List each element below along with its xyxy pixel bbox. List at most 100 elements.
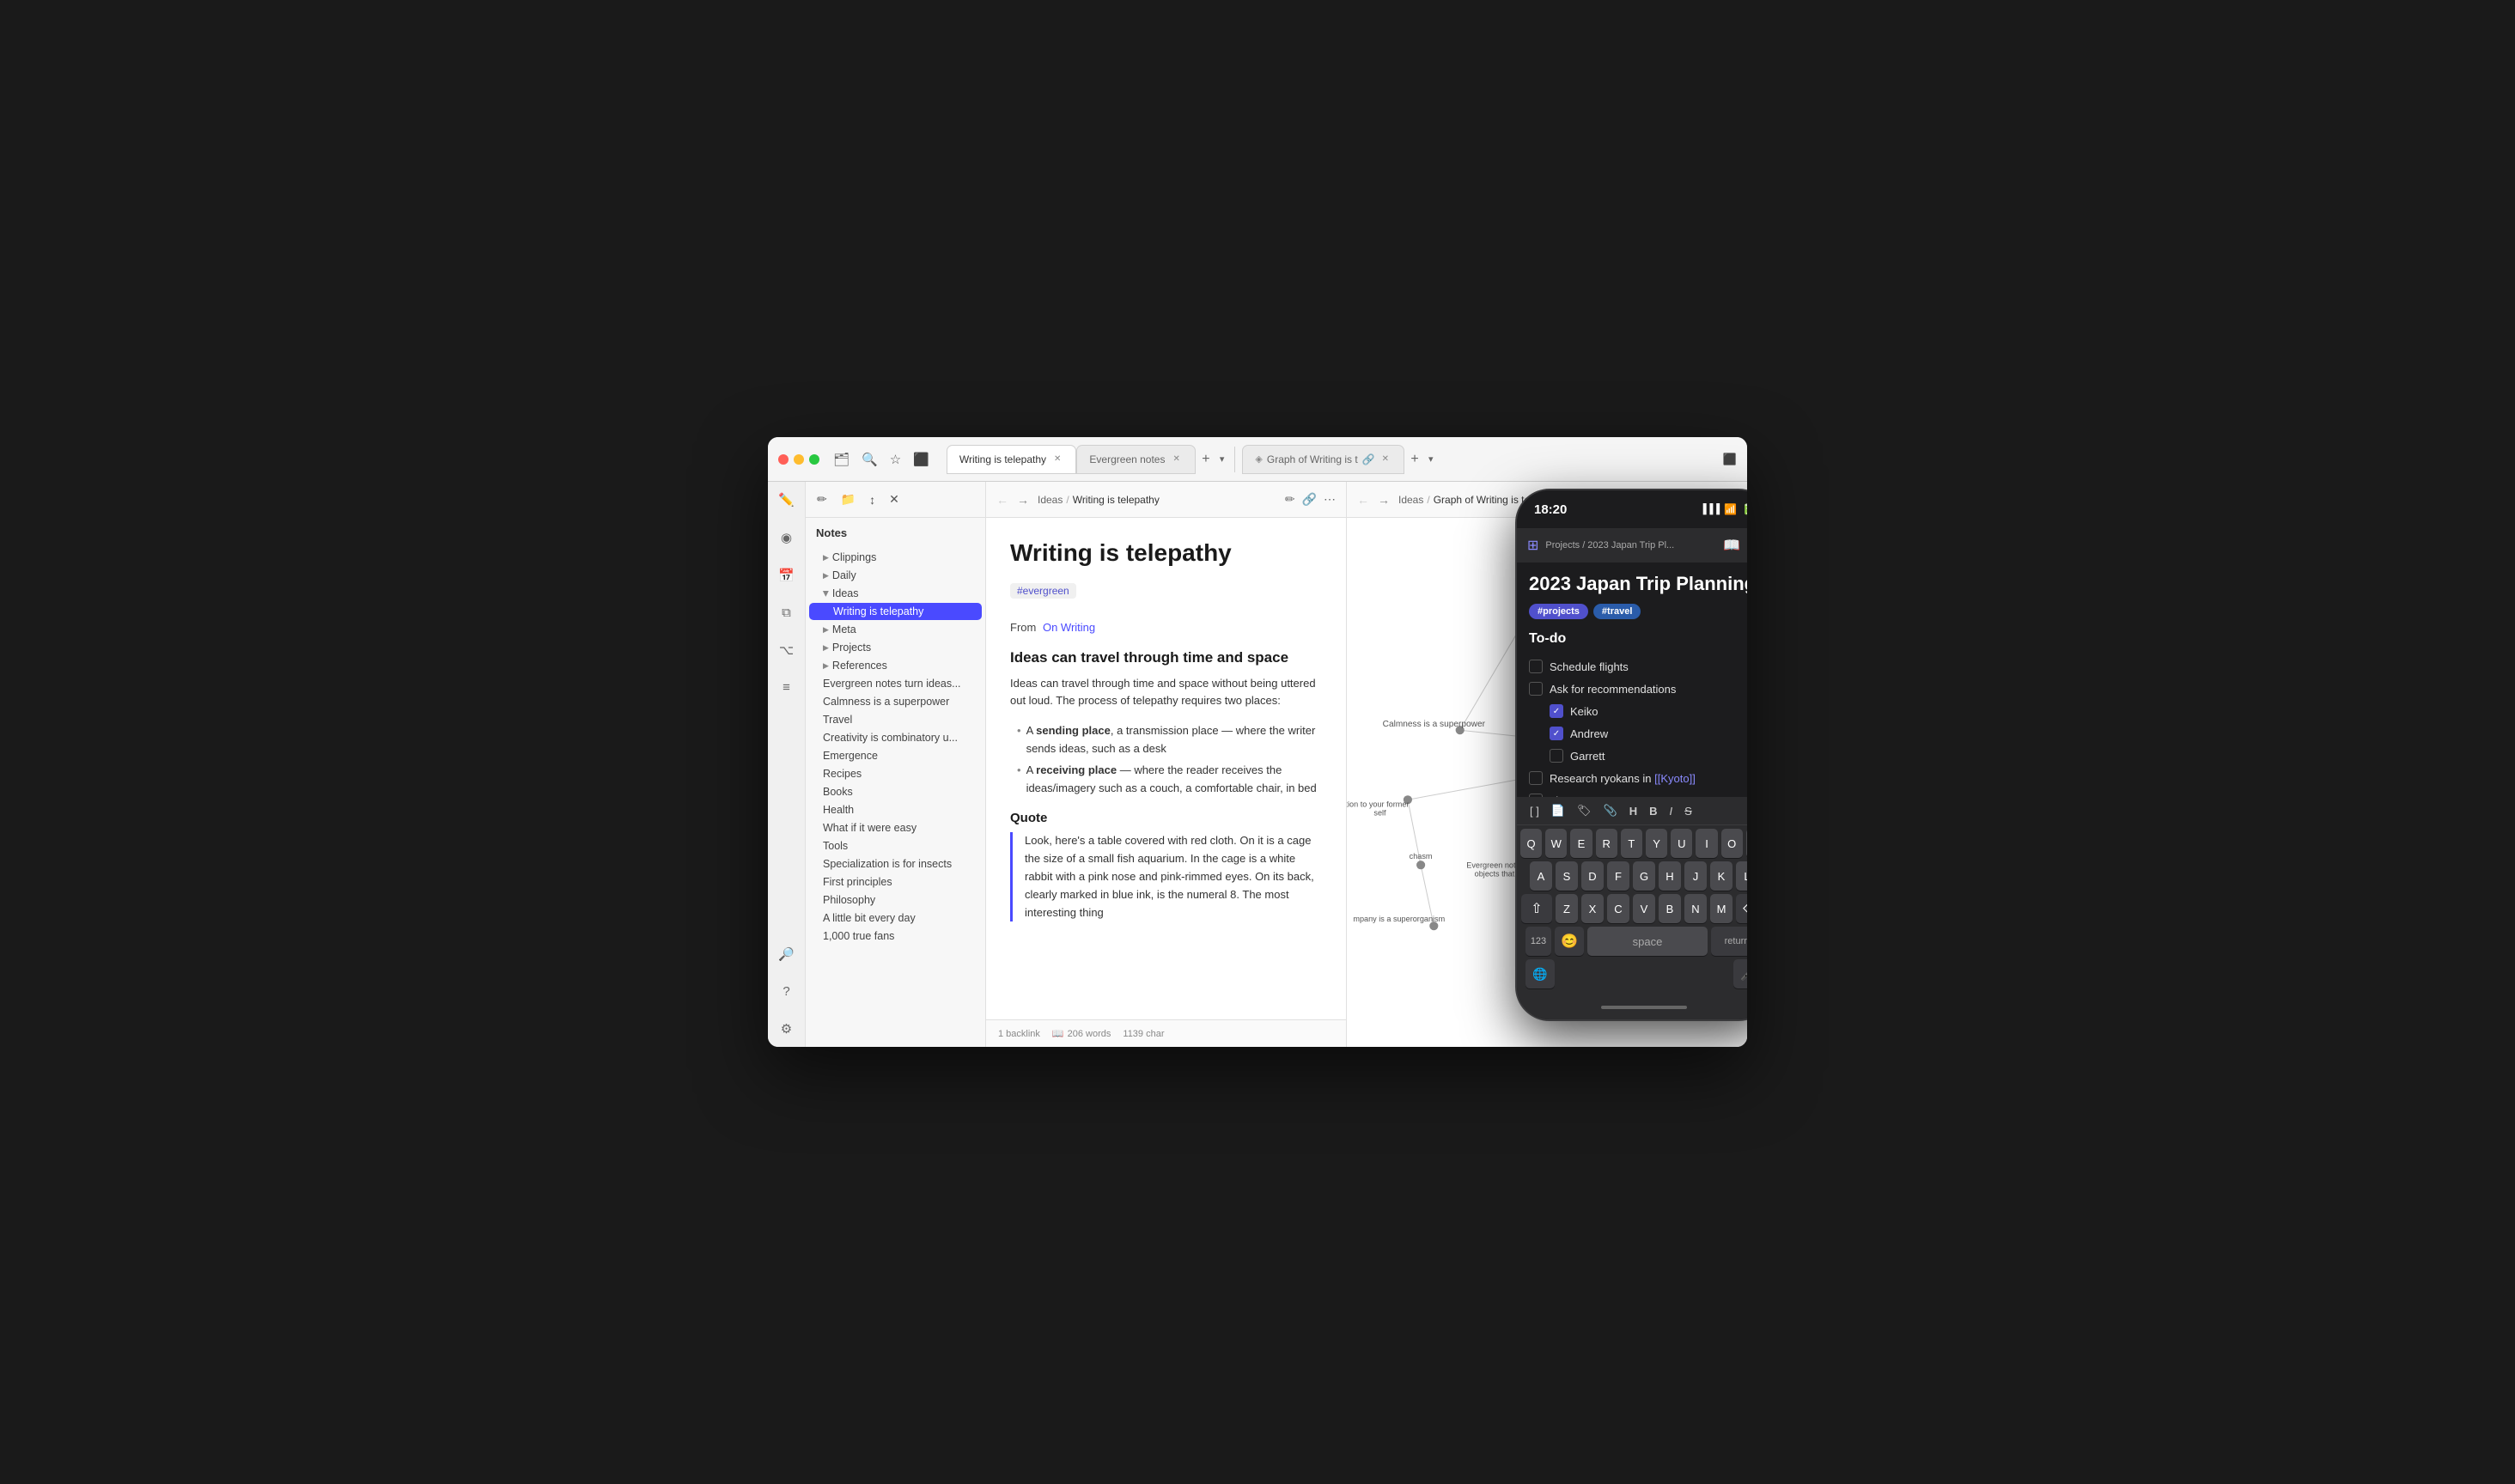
key-mic[interactable]: 🎤 xyxy=(1733,959,1747,988)
mobile-grid-icon[interactable]: ⊞ xyxy=(1527,537,1538,554)
sidebar-item-daily[interactable]: ▶ Daily xyxy=(809,567,982,584)
graph-tab-chevron[interactable]: ▾ xyxy=(1425,450,1437,468)
sidebar-item-what-if[interactable]: What if it were easy xyxy=(809,819,982,836)
key-w[interactable]: W xyxy=(1545,829,1567,858)
new-tab-button[interactable]: + xyxy=(1196,449,1216,470)
key-space[interactable]: space xyxy=(1587,927,1708,956)
kb-attach-icon[interactable]: 📎 xyxy=(1599,802,1622,819)
sidebar-item-recipes[interactable]: Recipes xyxy=(809,765,982,782)
key-emoji[interactable]: 😊 xyxy=(1555,927,1584,956)
sidebar-item-philosophy[interactable]: Philosophy xyxy=(809,891,982,909)
link-icon[interactable]: 🔗 xyxy=(1362,453,1375,465)
on-writing-link[interactable]: On Writing xyxy=(1043,621,1095,634)
node-chasm[interactable] xyxy=(1416,861,1425,869)
mobile-checkbox-flights[interactable] xyxy=(1529,660,1543,673)
key-delete[interactable]: ⌫ xyxy=(1736,894,1747,923)
key-d[interactable]: D xyxy=(1581,861,1604,891)
sidebar-item-emergence[interactable]: Emergence xyxy=(809,747,982,764)
kb-heading-icon[interactable]: H xyxy=(1625,803,1641,819)
edit-icon[interactable]: ✏ xyxy=(1285,492,1295,507)
key-f[interactable]: F xyxy=(1607,861,1629,891)
kb-bold-icon[interactable]: B xyxy=(1645,803,1661,819)
search-icon[interactable]: 🔍 xyxy=(862,452,878,467)
tab-writing-telepathy[interactable]: Writing is telepathy ✕ xyxy=(947,445,1077,474)
sidebar-item-writing-telepathy[interactable]: Writing is telepathy xyxy=(809,603,982,620)
settings-icon[interactable]: ⚙ xyxy=(777,1018,795,1040)
key-y[interactable]: Y xyxy=(1646,829,1667,858)
mobile-checkbox-keiko[interactable]: ✓ xyxy=(1550,704,1563,718)
compose-icon[interactable]: ✏️ xyxy=(775,489,798,511)
maximize-button[interactable] xyxy=(809,454,819,465)
close-button[interactable] xyxy=(778,454,789,465)
tab-close-button[interactable]: ✕ xyxy=(1379,453,1391,465)
new-note-icon[interactable]: ✏ xyxy=(814,490,830,509)
mobile-book-icon[interactable]: 📖 xyxy=(1723,537,1740,554)
key-b[interactable]: B xyxy=(1659,894,1681,923)
back-button[interactable]: ← xyxy=(996,493,1008,507)
graph-view-icon[interactable]: ◉ xyxy=(777,526,795,549)
tab-evergreen-notes[interactable]: Evergreen notes ✕ xyxy=(1076,445,1195,474)
kb-strikethrough-icon[interactable]: S xyxy=(1680,803,1696,819)
graph-forward-button[interactable]: → xyxy=(1378,493,1390,507)
key-c[interactable]: C xyxy=(1607,894,1629,923)
kyoto-link[interactable]: [[Kyoto]] xyxy=(1654,772,1696,785)
close-sidebar-icon[interactable]: ✕ xyxy=(886,490,902,509)
key-n[interactable]: N xyxy=(1684,894,1707,923)
link-icon[interactable]: 🔗 xyxy=(1302,492,1317,507)
more-icon[interactable]: ⋯ xyxy=(1324,492,1336,507)
mobile-checkbox-recommend[interactable] xyxy=(1529,682,1543,696)
forward-button[interactable]: → xyxy=(1017,493,1029,507)
key-x[interactable]: X xyxy=(1581,894,1604,923)
key-u[interactable]: U xyxy=(1671,829,1692,858)
key-r[interactable]: R xyxy=(1596,829,1617,858)
key-l[interactable]: L xyxy=(1736,861,1747,891)
sidebar-item-health[interactable]: Health xyxy=(809,801,982,818)
key-a[interactable]: A xyxy=(1530,861,1552,891)
sidebar-item-meta[interactable]: ▶ Meta xyxy=(809,621,982,638)
new-folder-icon[interactable]: 📁 xyxy=(838,490,858,509)
key-j[interactable]: J xyxy=(1684,861,1707,891)
graph-breadcrumb-parent[interactable]: Ideas xyxy=(1398,494,1423,506)
calendar-icon[interactable]: 📅 xyxy=(775,564,798,587)
key-globe[interactable]: 🌐 xyxy=(1525,959,1555,988)
backlinks-count[interactable]: 1 backlink xyxy=(998,1029,1040,1039)
key-return[interactable]: return xyxy=(1711,927,1747,956)
mobile-tag-projects[interactable]: #projects xyxy=(1529,604,1588,619)
tab-chevron[interactable]: ▾ xyxy=(1216,450,1228,468)
sidebar-toggle-icon[interactable]: ⬛ xyxy=(913,452,929,467)
key-shift[interactable]: ⇧ xyxy=(1521,894,1552,923)
mobile-tag-travel[interactable]: #travel xyxy=(1593,604,1641,619)
key-s[interactable]: S xyxy=(1556,861,1578,891)
mobile-checkbox-garrett[interactable] xyxy=(1550,749,1563,763)
minimize-button[interactable] xyxy=(794,454,804,465)
key-g[interactable]: G xyxy=(1633,861,1655,891)
note-tag[interactable]: #evergreen xyxy=(1010,583,1076,599)
sort-icon[interactable]: ↕ xyxy=(867,490,878,509)
terminal-icon[interactable]: ⌥ xyxy=(776,639,797,661)
search-bottom-icon[interactable]: 🔎 xyxy=(775,943,798,965)
kb-tag-icon[interactable]: 🏷 xyxy=(1573,802,1596,819)
tab-close-button[interactable]: ✕ xyxy=(1051,453,1063,465)
key-e[interactable]: E xyxy=(1570,829,1592,858)
key-z[interactable]: Z xyxy=(1556,894,1578,923)
sidebar-item-creativity[interactable]: Creativity is combinatory u... xyxy=(809,729,982,746)
sidebar-item-tools[interactable]: Tools xyxy=(809,837,982,855)
sidebar-item-evergreen[interactable]: Evergreen notes turn ideas... xyxy=(809,675,982,692)
sidebar-item-calmness[interactable]: Calmness is a superpower xyxy=(809,693,982,710)
sidebar-item-books[interactable]: Books xyxy=(809,783,982,800)
sidebar-item-references[interactable]: ▶ References xyxy=(809,657,982,674)
help-icon[interactable]: ? xyxy=(779,981,793,1002)
folder-icon[interactable]: 🗂 xyxy=(833,452,849,467)
key-k[interactable]: K xyxy=(1710,861,1732,891)
key-q[interactable]: Q xyxy=(1520,829,1542,858)
sidebar-item-first-principles[interactable]: First principles xyxy=(809,873,982,891)
key-o[interactable]: O xyxy=(1721,829,1743,858)
key-i[interactable]: I xyxy=(1696,829,1717,858)
new-graph-tab-button[interactable]: + xyxy=(1404,449,1425,470)
kb-bracket-icon[interactable]: [ ] xyxy=(1525,803,1544,819)
sidebar-right-toggle[interactable]: ⬛ xyxy=(1723,453,1737,466)
graph-back-button[interactable]: ← xyxy=(1357,493,1369,507)
tab-graph[interactable]: ◈ Graph of Writing is t 🔗 ✕ xyxy=(1242,445,1404,474)
key-t[interactable]: T xyxy=(1621,829,1642,858)
breadcrumb-parent[interactable]: Ideas xyxy=(1038,494,1063,506)
